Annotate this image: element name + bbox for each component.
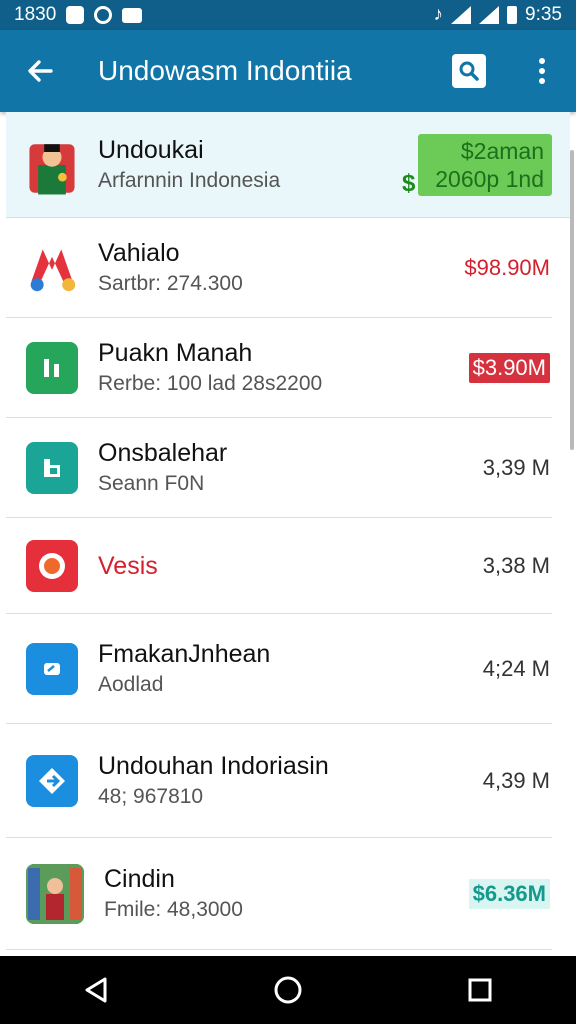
featured-price-line2: 2060p 1nd [435,165,544,192]
item-subtitle: 48; 967810 [98,784,204,808]
app-list: Undoukai Arfarnnin Indonesia $ $2aman 20… [6,112,570,956]
home-nav-icon[interactable] [253,960,323,1020]
item-subtitle: Fmile: 48,3000 [104,897,243,921]
item-subtitle: Aodlad [98,672,164,696]
list-item-featured[interactable]: Undoukai Arfarnnin Indonesia $ $2aman 20… [6,112,570,218]
item-price: 3,39 M [482,454,550,480]
item-subtitle: Rerbe: 100 lad 28s2200 [98,371,323,395]
item-name: Vesis [98,551,158,580]
item-name: Onsbalehar [98,438,228,467]
mute-icon: ♪ [433,4,444,25]
item-price: 4;24 M [482,655,550,681]
app-bar: Undowasm Indontiia [0,30,576,112]
back-nav-icon[interactable] [61,960,131,1020]
item-name: Undouhan Indoriasin [98,751,329,780]
onsbalehar-app-icon [26,441,78,494]
list-item[interactable]: Undouhan Indoriasin 48; 967810 4,39 M [6,724,552,838]
search-icon[interactable] [452,54,486,88]
list-item[interactable]: Cindin Fmile: 48,3000 $6.36M [6,838,552,950]
fmakan-app-icon [26,642,78,695]
recents-nav-icon[interactable] [445,960,515,1020]
page-title: Undowasm Indontiia [98,55,352,86]
vesis-app-icon [26,539,78,592]
signal-icon [479,6,500,24]
battery-icon [507,6,518,24]
notification-icon [66,6,85,24]
item-price: 3,38 M [482,552,550,578]
vahialo-app-icon [26,242,78,294]
featured-subtitle: Arfarnnin Indonesia [98,168,281,192]
item-name: Cindin [104,864,175,893]
undouhan-app-icon [26,754,78,807]
list-item[interactable]: Vesis 3,38 M [6,518,552,614]
puakn-app-icon [26,341,78,394]
status-time-left: 1830 [14,4,57,25]
featured-price-badge: $2aman 2060p 1nd [418,133,552,196]
item-name: Puakn Manah [98,338,253,367]
featured-price-line1: $2aman [460,137,544,164]
item-name: Vahialo [98,238,180,267]
list-item[interactable]: Vahialo Sartbr: 274.300 $98.90M [6,218,552,318]
item-name: FmakanJnhean [98,639,271,668]
navigation-bar [0,956,576,1024]
item-price: 4,39 M [482,767,550,793]
status-time-right: 9:35 [525,4,562,25]
list-item[interactable]: FmakanJnhean Aodlad 4;24 M [6,614,552,724]
item-subtitle: Seann F0N [98,471,205,495]
item-price: $3.90M [468,352,550,383]
item-price: $98.90M [464,254,550,280]
more-vert-icon[interactable] [522,58,562,84]
back-arrow-icon[interactable] [0,30,80,112]
list-item[interactable]: Puakn Manah Rerbe: 100 lad 28s2200 $3.90… [6,318,552,418]
featured-name: Undoukai [98,135,204,164]
featured-avatar-icon [26,139,78,194]
status-bar: 1830 ♪ 9:35 [0,0,576,30]
message-icon [122,7,143,23]
featured-dollar: $ [402,170,416,197]
list-item[interactable]: Onsbalehar Seann F0N 3,39 M [6,418,552,518]
item-subtitle: Sartbr: 274.300 [98,271,243,295]
item-price: $6.36M [468,878,550,909]
cindin-app-icon [26,863,84,924]
wifi-icon [451,6,472,24]
scrollbar[interactable] [570,150,574,450]
record-icon [94,6,113,24]
